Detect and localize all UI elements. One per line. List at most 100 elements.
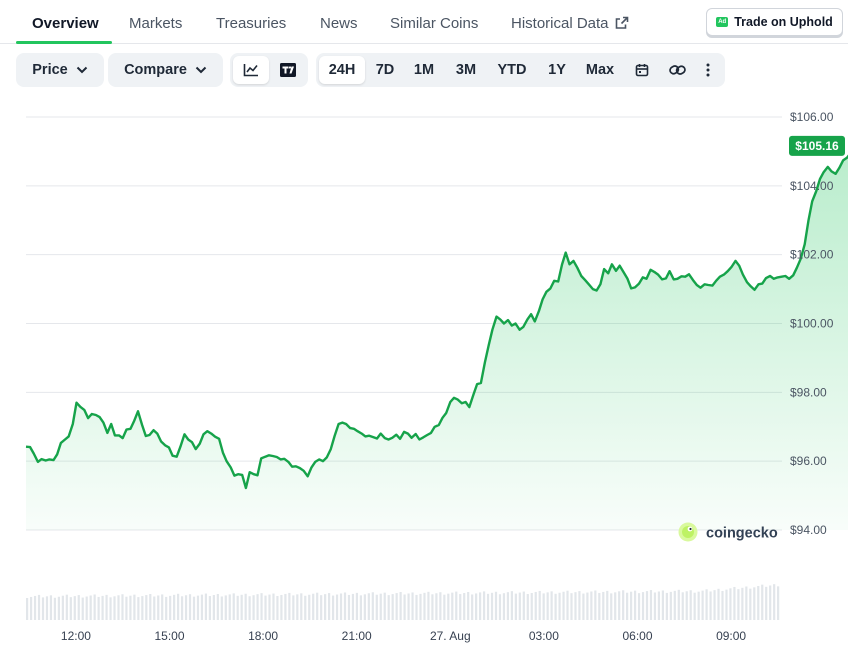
volume-bar [339,593,343,620]
volume-bar [149,594,152,620]
more-options-button[interactable] [696,56,720,84]
volume-bar [741,587,744,620]
range-1y[interactable]: 1Y [541,56,573,84]
range-1m[interactable]: 1M [408,56,440,84]
volume-bar [733,586,736,620]
x-tick-label: 03:00 [529,629,559,643]
volume-bar [236,595,239,620]
volume-bar [673,590,676,620]
y-tick-label: $104.00 [790,179,834,193]
range-max[interactable]: Max [579,56,621,84]
volume-bar [463,593,466,620]
y-tick-label: $106.00 [790,110,834,124]
x-tick-label: 15:00 [154,629,184,643]
volume-bar [590,591,593,620]
volume-bar [502,593,506,620]
volume-bar [431,594,434,620]
volume-bar [665,592,668,620]
range-ytd[interactable]: YTD [491,56,533,84]
volume-bar [37,594,41,620]
volume-bar [256,594,259,620]
range-7d[interactable]: 7D [369,56,401,84]
volume-bar [280,594,283,620]
price-dropdown[interactable]: Price [16,53,104,87]
volume-bar [471,594,474,620]
x-tick-label: 27. Aug [430,629,471,643]
line-chart-button[interactable] [233,56,269,84]
volume-bar [137,597,140,620]
volume-bar [522,591,525,620]
volume-bar [387,595,390,620]
volume-bar [69,597,72,620]
volume-bar [113,596,116,620]
trade-on-uphold-button[interactable]: Ad Trade on Uphold [706,8,843,36]
volume-bar [375,594,378,620]
volume-bar [407,593,410,620]
volume-bar [133,594,136,620]
volume-bar [475,593,478,620]
tab-markets[interactable]: Markets [129,15,182,32]
price-area [26,156,848,530]
compare-dropdown[interactable]: Compare [108,53,223,87]
y-tick-label: $98.00 [790,385,827,399]
volume-bar [109,597,112,620]
volume-bar [105,594,108,620]
active-tab-indicator [16,41,112,44]
volume-bar [701,590,704,620]
range-3m[interactable]: 3M [448,56,484,84]
volume-bar [510,591,513,620]
tab-news[interactable]: News [320,15,358,32]
volume-bar [161,594,164,620]
share-link-button[interactable] [662,56,692,84]
compare-dropdown-label: Compare [124,62,187,78]
external-link-icon [615,16,628,29]
volume-bar [455,591,458,620]
volume-bar [494,591,498,620]
volume-bar [486,593,490,620]
tab-overview[interactable]: Overview [32,15,99,32]
y-tick-label: $94.00 [790,523,827,537]
x-tick-label: 06:00 [622,629,652,643]
volume-bar [320,595,323,620]
volume-bar [435,593,438,620]
volume-bar [331,595,335,620]
volume-bar [300,593,303,620]
chevron-down-icon [195,66,207,74]
volume-bar [177,593,180,620]
volume-bar [81,597,84,620]
volume-bar [614,592,617,620]
chart-type-toggle [230,53,308,87]
volume-bar [506,592,510,620]
date-picker-button[interactable] [628,56,656,84]
volume-bar [359,595,362,620]
volume-bar [542,593,545,620]
volume-bar [677,589,680,620]
volume-bar [578,591,581,620]
tab-similar-coins[interactable]: Similar Coins [390,15,478,32]
volume-bar [661,590,664,620]
volume-bar [645,591,649,620]
volume-bar [765,586,768,620]
volume-bar [391,594,394,620]
volume-bar [367,593,370,620]
volume-bar [749,588,752,620]
volume-bar [188,594,192,620]
volume-bar [288,592,291,620]
volume-bar [526,594,529,620]
tradingview-chart-button[interactable] [273,56,303,84]
tradingview-icon [280,63,296,77]
range-24h[interactable]: 24H [319,56,365,84]
tab-historical-data[interactable]: Historical Data [511,15,629,32]
volume-bar [192,596,196,620]
volume-bar [117,595,120,620]
tab-treasuries[interactable]: Treasuries [216,15,286,32]
volume-bar [184,595,188,620]
volume-bar [415,594,418,620]
x-tick-label: 09:00 [716,629,746,643]
volume-bar [598,592,601,620]
price-chart[interactable]: $106.00 $104.00 $102.00 $100.00 $98.00 $96.00… [0,100,848,645]
volume-bar [633,590,637,620]
volume-bar [228,594,231,620]
y-tick-label: $102.00 [790,248,834,262]
volume-bar [276,596,279,620]
